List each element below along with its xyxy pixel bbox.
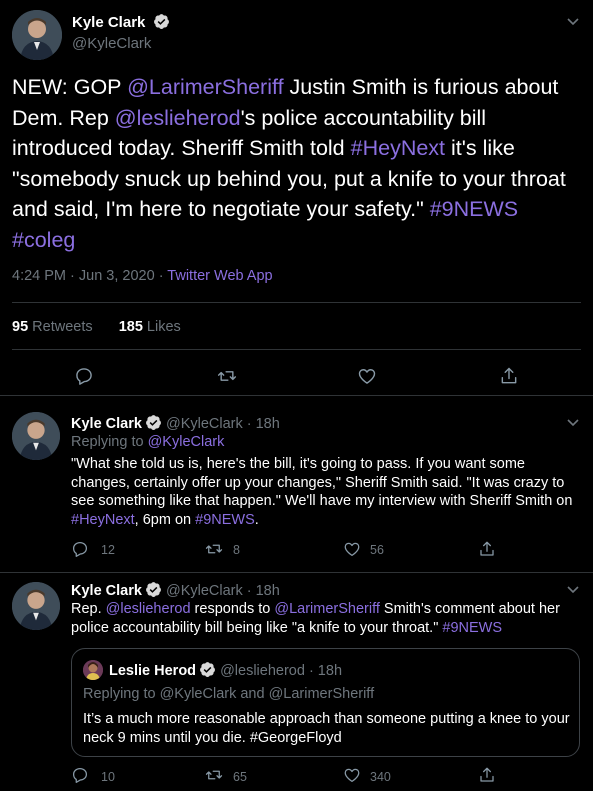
hashtag-link[interactable]: #HeyNext — [71, 512, 135, 528]
author-handle[interactable]: @KyleClark — [166, 583, 243, 599]
retweets-count: 95 — [12, 319, 29, 335]
share-icon[interactable] — [478, 766, 496, 784]
hashtag-link[interactable]: #9NEWS — [442, 620, 502, 636]
retweets-stat[interactable]: 95 Retweets — [12, 319, 93, 335]
tweet-stats: 95 Retweets 185 Likes — [12, 319, 181, 335]
like-icon[interactable] — [357, 366, 377, 386]
chevron-down-icon[interactable] — [567, 419, 579, 427]
quote-header: Leslie Herod @leslieherod · 18h — [109, 661, 342, 679]
text-fragment: , 6pm on — [134, 511, 196, 528]
reply-count: 10 — [101, 770, 115, 784]
share-icon[interactable] — [499, 366, 519, 386]
verified-icon — [153, 14, 169, 29]
replying-to: Replying to @KyleClark — [71, 434, 224, 450]
avatar[interactable] — [12, 412, 60, 460]
chevron-down-icon[interactable] — [567, 18, 579, 26]
replying-prefix: Replying to — [71, 434, 148, 450]
retweet-icon[interactable] — [217, 366, 237, 386]
avatar[interactable] — [12, 10, 62, 60]
quote-author-handle[interactable]: @leslieherod — [220, 663, 305, 679]
share-icon[interactable] — [478, 540, 496, 558]
author-handle[interactable]: @KyleClark — [72, 35, 151, 52]
reply-icon[interactable] — [74, 366, 94, 386]
reply-header: Kyle Clark @KyleClark · 18h — [71, 414, 280, 432]
text-fragment: . — [254, 511, 259, 528]
verified-icon — [145, 415, 161, 430]
text-fragment: responds to — [190, 601, 275, 617]
reply-icon[interactable] — [71, 540, 89, 558]
quote-timestamp[interactable]: · 18h — [309, 663, 342, 679]
mention-link[interactable]: @leslieherod — [115, 106, 241, 130]
tweet-text: NEW: GOP @LarimerSheriff Justin Smith is… — [12, 72, 582, 255]
quote-replying-to: Replying to @KyleClark and @LarimerSheri… — [83, 686, 375, 702]
likes-stat[interactable]: 185 Likes — [119, 319, 181, 335]
author-name-text[interactable]: Kyle Clark — [72, 14, 145, 31]
hashtag-link[interactable]: #HeyNext — [351, 136, 445, 160]
like-count: 340 — [370, 770, 391, 784]
text-fragment: "What she told us is, here's the bill, i… — [71, 456, 573, 509]
like-count: 56 — [370, 543, 384, 557]
author-handle[interactable]: @KyleClark — [166, 416, 243, 432]
hashtag-link[interactable]: #9NEWS — [430, 197, 518, 221]
likes-label: Likes — [146, 319, 181, 335]
retweets-label: Retweets — [32, 319, 93, 335]
timestamp[interactable]: · 18h — [247, 583, 280, 599]
retweet-count: 8 — [233, 543, 240, 557]
timestamp[interactable]: · 18h — [247, 416, 280, 432]
divider — [12, 302, 581, 303]
reply-tweet[interactable]: Kyle Clark @KyleClark · 18h Replying to … — [0, 397, 593, 573]
like-icon[interactable] — [343, 540, 361, 558]
mention-link[interactable]: @KyleClark — [148, 434, 225, 450]
chevron-down-icon[interactable] — [567, 586, 579, 594]
retweet-count: 65 — [233, 770, 247, 784]
main-tweet: Kyle Clark @KyleClark NEW: GOP @LarimerS… — [0, 0, 593, 396]
quote-text: It’s a much more reasonable approach tha… — [83, 711, 570, 746]
like-icon[interactable] — [343, 766, 361, 784]
retweet-icon[interactable] — [205, 766, 223, 784]
retweet-icon[interactable] — [205, 540, 223, 558]
mention-link[interactable]: @leslieherod — [106, 601, 191, 617]
quote-avatar[interactable] — [83, 660, 103, 680]
author-name[interactable]: Kyle Clark — [71, 416, 142, 432]
mention-link[interactable]: @LarimerSheriff — [127, 75, 283, 99]
verified-icon — [145, 582, 161, 597]
quote-author-name[interactable]: Leslie Herod — [109, 663, 196, 679]
timestamp[interactable]: 4:24 PM · Jun 3, 2020 · — [12, 268, 167, 284]
quoted-tweet[interactable]: Leslie Herod @leslieherod · 18h Replying… — [71, 648, 580, 757]
author-name[interactable]: Kyle Clark — [72, 13, 170, 31]
mention-link[interactable]: @LarimerSheriff — [274, 601, 380, 617]
reply-count: 12 — [101, 543, 115, 557]
avatar[interactable] — [12, 582, 60, 630]
hashtag-link[interactable]: #coleg — [12, 228, 75, 252]
likes-count: 185 — [118, 319, 143, 335]
tweet-text: "What she told us is, here's the bill, i… — [71, 455, 576, 529]
verified-icon — [200, 662, 215, 677]
author-name[interactable]: Kyle Clark — [71, 583, 142, 599]
text-fragment: Rep. — [71, 601, 106, 617]
hashtag-link[interactable]: #9NEWS — [195, 512, 255, 528]
reply-header: Kyle Clark @KyleClark · 18h — [71, 581, 280, 599]
source-link[interactable]: Twitter Web App — [167, 268, 272, 284]
tweet-text: Rep. @leslieherod responds to @LarimerSh… — [71, 600, 576, 637]
tweet-meta: 4:24 PM · Jun 3, 2020 · Twitter Web App — [12, 268, 273, 284]
divider — [12, 349, 581, 350]
text-fragment: NEW: GOP — [12, 75, 128, 99]
reply-icon[interactable] — [71, 766, 89, 784]
